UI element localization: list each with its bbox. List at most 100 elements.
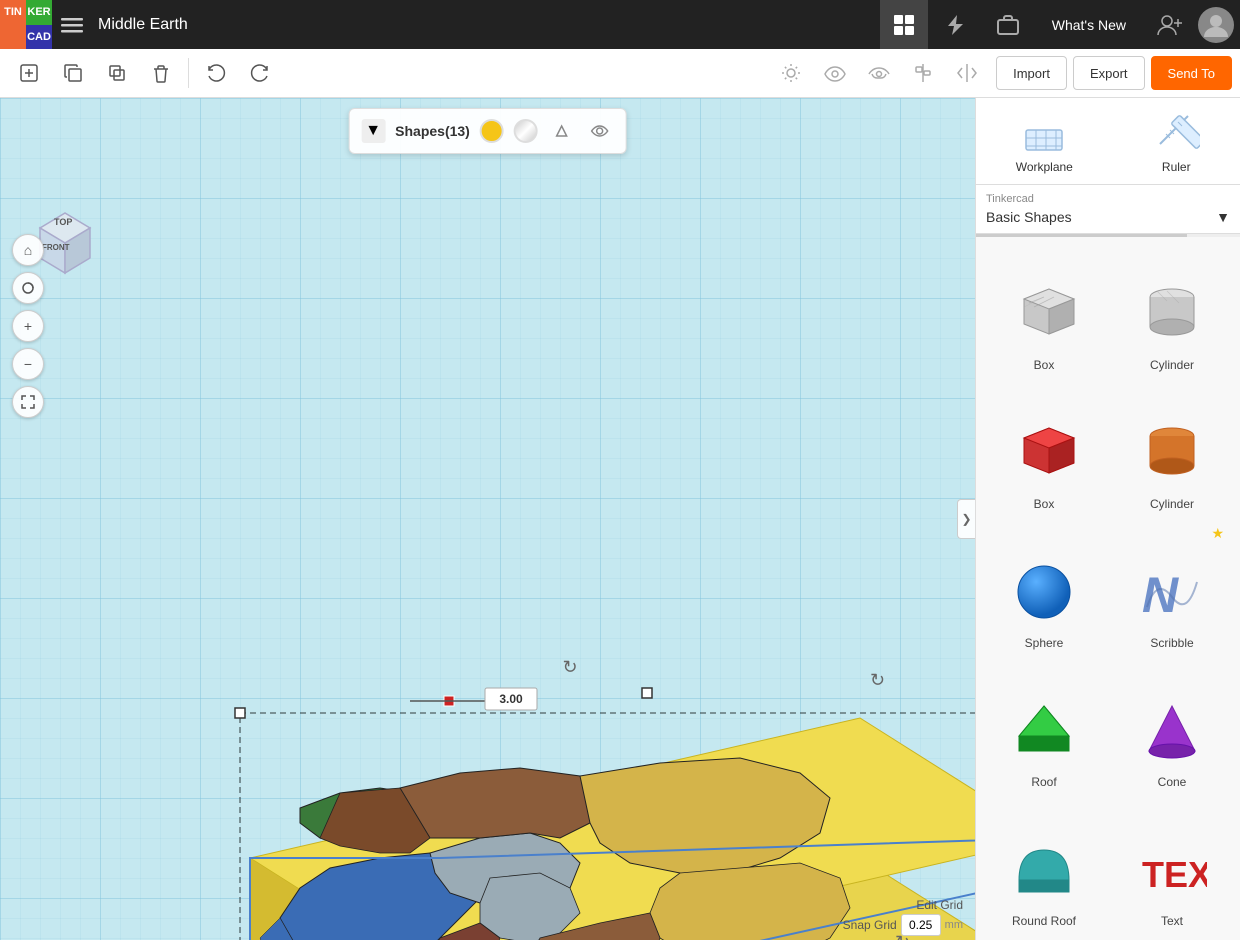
zoom-in-button[interactable]: + [12,310,44,342]
roof-green-label: Roof [1031,775,1056,789]
grid-view-icon[interactable] [880,0,928,49]
workplane-item[interactable]: Workplane [1016,108,1073,174]
shapes-category: Tinkercad [986,193,1230,205]
box-red-label: Box [1034,497,1055,511]
add-user-button[interactable] [1146,0,1194,49]
solid-color-swatch[interactable] [480,119,504,143]
svg-text:N: N [1142,567,1179,623]
shapes-dropdown-label: Basic Shapes [986,209,1072,225]
shape-count-label: Shapes(13) [395,123,470,139]
shape-info-panel: ▼ Shapes(13) [348,108,627,154]
whats-new-button[interactable]: What's New [1036,0,1142,49]
cylinder-orange-icon [1132,413,1212,493]
logo-ker: KER [26,0,52,25]
box-gray-icon [1004,274,1084,354]
duplicate-button[interactable] [96,54,138,92]
import-button[interactable]: Import [996,56,1067,90]
sphere-blue-label: Sphere [1025,636,1064,650]
shape-item-scribble[interactable]: ★ N Scribble [1108,519,1236,658]
shapes-selector: Tinkercad Basic Shapes ▼ [976,185,1240,234]
zoom-out-button[interactable]: − [12,348,44,380]
mirror-icon[interactable] [948,54,986,92]
panel-collapse-arrow[interactable]: ❯ [957,499,975,539]
scribble-label: Scribble [1150,636,1193,650]
edit-grid-button[interactable]: Edit Grid [916,898,963,912]
new-button[interactable] [8,54,50,92]
cylinder-gray-label: Cylinder [1150,358,1194,372]
svg-text:FRONT: FRONT [42,243,70,252]
shape-item-box-red[interactable]: Box [980,380,1108,519]
snap-grid-label: Snap Grid [843,918,897,932]
action-buttons: Import Export Send To [996,56,1232,90]
tinkercad-logo[interactable]: TIN KER CAD [0,0,52,49]
visibility-button[interactable] [586,117,614,145]
shape-item-round-roof[interactable]: Round Roof [980,797,1108,936]
delete-button[interactable] [140,54,182,92]
svg-text:↻: ↻ [562,657,577,677]
shape-item-sphere-blue[interactable]: Sphere [980,519,1108,658]
roof-green-icon [1004,691,1084,771]
copy-button[interactable] [52,54,94,92]
ruler-label: Ruler [1162,160,1191,174]
scribble-star: ★ [1211,525,1224,542]
shape-item-cylinder-gray[interactable]: Cylinder [1108,241,1236,380]
shape-item-cylinder-orange[interactable]: Cylinder [1108,380,1236,519]
scribble-icon: N [1132,552,1212,632]
orbit-button[interactable] [12,272,44,304]
canvas-area[interactable]: TOP FRONT ⌂ + − [0,98,975,940]
hole-color-swatch[interactable] [514,119,538,143]
box-gray-label: Box [1034,358,1055,372]
shapes-grid: Box Cylinder [976,237,1240,940]
project-title: Middle Earth [98,16,188,34]
main-area: TOP FRONT ⌂ + − [0,98,1240,940]
cylinder-gray-icon [1132,274,1212,354]
menu-icon[interactable] [52,0,92,49]
svg-text:3.00: 3.00 [499,692,523,706]
shapes-dropdown-arrow: ▼ [1216,209,1230,225]
svg-text:↻: ↻ [870,670,885,690]
bottom-bar: Edit Grid Snap Grid mm [831,894,975,940]
hammer-view-icon[interactable] [932,0,980,49]
ruler-icon [1152,108,1200,156]
text-shape-label: Text [1161,914,1183,928]
shape-panel-dropdown[interactable]: ▼ [361,119,385,143]
cone-purple-label: Cone [1158,775,1187,789]
shape-item-cone-purple[interactable]: Cone [1108,658,1236,797]
cone-purple-icon [1132,691,1212,771]
material-button[interactable] [548,117,576,145]
snap-grid-input[interactable] [901,914,941,936]
svg-text:TOP: TOP [54,217,72,227]
show-icon[interactable] [860,54,898,92]
fit-button[interactable] [12,386,44,418]
logo-empty [0,25,26,50]
toolbar-divider-1 [188,58,189,88]
logo-cad: CAD [26,25,52,50]
align-icon[interactable] [904,54,942,92]
right-panel-top: Workplane Ruler [976,98,1240,185]
sphere-blue-icon [1004,552,1084,632]
cylinder-orange-label: Cylinder [1150,497,1194,511]
map-3d-view: ↻ ↻ ↻ ↻ 3.00 [0,98,975,940]
redo-button[interactable] [239,54,281,92]
workplane-icon [1020,108,1068,156]
ruler-item[interactable]: Ruler [1152,108,1200,174]
export-button[interactable]: Export [1073,56,1145,90]
svg-text:TEXT: TEXT [1142,854,1207,895]
light-icon[interactable] [772,54,810,92]
hide-icon[interactable] [816,54,854,92]
home-view-button[interactable]: ⌂ [12,234,44,266]
profile-avatar[interactable] [1198,7,1234,43]
briefcase-icon[interactable] [984,0,1032,49]
box-red-icon [1004,413,1084,493]
snap-grid-unit: mm [945,919,963,931]
text-shape-icon: TEXT [1132,830,1212,910]
round-roof-label: Round Roof [1012,914,1076,928]
send-to-button[interactable]: Send To [1151,56,1232,90]
logo-tin: TIN [0,0,26,25]
right-panel: Workplane Ruler Tinkercad [975,98,1240,940]
shape-item-roof-green[interactable]: Roof [980,658,1108,797]
undo-button[interactable] [195,54,237,92]
shapes-dropdown[interactable]: Basic Shapes ▼ [986,209,1230,225]
shape-item-box-gray[interactable]: Box [980,241,1108,380]
shape-item-text[interactable]: TEXT Text [1108,797,1236,936]
